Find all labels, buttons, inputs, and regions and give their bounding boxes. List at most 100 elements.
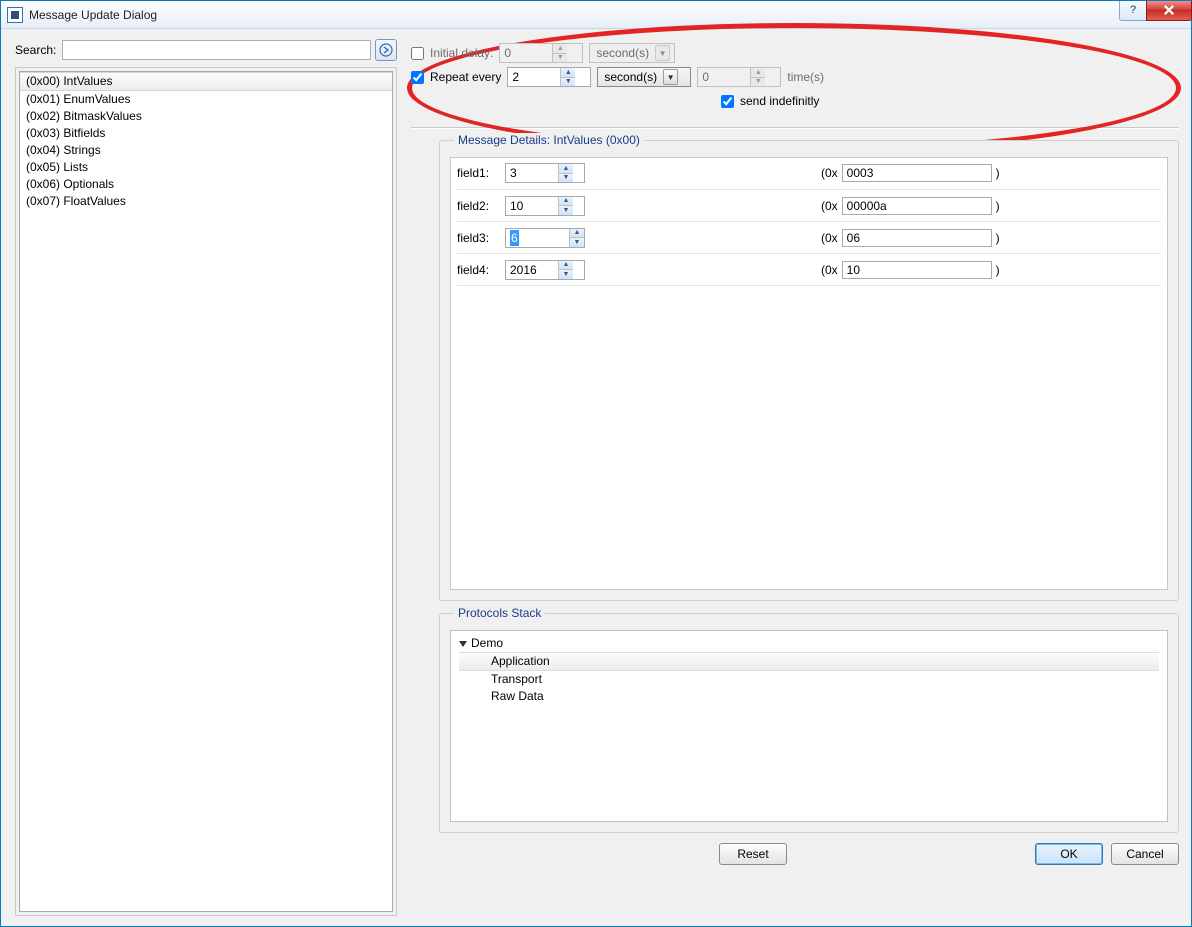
message-list[interactable]: (0x00) IntValues(0x01) EnumValues(0x02) …: [19, 71, 393, 912]
spin-arrows[interactable]: ▲▼: [558, 197, 573, 215]
cancel-button[interactable]: Cancel: [1111, 843, 1179, 865]
field-label: field3:: [457, 231, 499, 245]
initial-delay-checkbox[interactable]: [411, 47, 424, 60]
window-title: Message Update Dialog: [29, 8, 1119, 22]
field-row: field1: ▲▼ (0x): [457, 157, 1161, 190]
hex-column: (0x): [821, 197, 1161, 215]
hex-input[interactable]: [842, 197, 992, 215]
message-list-item[interactable]: (0x06) Optionals: [20, 176, 392, 193]
fields-container: field1: ▲▼ (0x) field2: ▲▼ (0x) field3: 6▲▼ (0x)…: [450, 157, 1168, 590]
field-spin[interactable]: ▲▼: [505, 163, 585, 183]
protocols-tree[interactable]: Demo ApplicationTransportRaw Data: [450, 630, 1168, 822]
initial-delay-label: Initial delay:: [430, 46, 493, 60]
divider: [411, 127, 1179, 128]
close-icon: [1162, 3, 1176, 17]
protocols-legend: Protocols Stack: [454, 606, 545, 620]
times-value: [698, 68, 750, 86]
message-list-item[interactable]: (0x07) FloatValues: [20, 193, 392, 210]
initial-delay-spin: ▲▼: [499, 43, 583, 63]
field-value-input[interactable]: [506, 164, 558, 182]
field-value-input[interactable]: [506, 261, 558, 279]
repeat-unit-combo[interactable]: second(s) ▼: [597, 67, 691, 87]
arrow-right-circle-icon: [379, 43, 393, 57]
chevron-down-icon: ▼: [655, 45, 670, 61]
help-button[interactable]: ?: [1119, 1, 1147, 21]
spin-arrows[interactable]: ▲▼: [560, 68, 575, 86]
search-go-button[interactable]: [375, 39, 397, 61]
repeat-value-spin[interactable]: ▲▼: [507, 67, 591, 87]
message-list-frame: (0x00) IntValues(0x01) EnumValues(0x02) …: [15, 67, 397, 916]
hex-suffix: ): [996, 263, 1000, 277]
spin-arrows: ▲▼: [552, 44, 567, 62]
ok-button[interactable]: OK: [1035, 843, 1103, 865]
protocol-item[interactable]: Application: [459, 652, 1159, 671]
repeat-unit-label: second(s): [604, 70, 657, 84]
times-spin: ▲▼: [697, 67, 781, 87]
initial-delay-row: Initial delay: ▲▼ second(s) ▼: [411, 41, 1179, 65]
hex-column: (0x): [821, 229, 1161, 247]
spin-arrows: ▲▼: [750, 68, 765, 86]
hex-prefix: (0x: [821, 199, 838, 213]
hex-input[interactable]: [842, 164, 992, 182]
field-spin[interactable]: ▲▼: [505, 260, 585, 280]
field-label: field2:: [457, 199, 499, 213]
initial-delay-value: [500, 44, 552, 62]
dialog-footer: Reset OK Cancel: [411, 843, 1179, 865]
timing-section: Initial delay: ▲▼ second(s) ▼ Repeat eve…: [411, 39, 1179, 121]
spin-arrows[interactable]: ▲▼: [558, 261, 573, 279]
search-row: Search:: [15, 39, 397, 61]
client-area: Search: (0x00) IntValues(0x01) EnumValue…: [1, 29, 1191, 926]
message-details-legend: Message Details: IntValues (0x00): [454, 133, 644, 147]
protocols-group: Protocols Stack Demo ApplicationTranspor…: [439, 613, 1179, 833]
help-icon: ?: [1130, 4, 1136, 16]
close-button[interactable]: [1146, 1, 1192, 21]
hex-input[interactable]: [842, 261, 992, 279]
field-label: field1:: [457, 166, 499, 180]
hex-prefix: (0x: [821, 231, 838, 245]
send-indefinitely-row: send indefinitly: [411, 89, 1179, 113]
hex-suffix: ): [996, 166, 1000, 180]
hex-suffix: ): [996, 231, 1000, 245]
send-indefinitely-label: send indefinitly: [740, 94, 819, 108]
message-list-item[interactable]: (0x02) BitmaskValues: [20, 108, 392, 125]
left-pane: Search: (0x00) IntValues(0x01) EnumValue…: [15, 39, 397, 916]
search-label: Search:: [15, 43, 56, 57]
repeat-value-input[interactable]: [508, 68, 560, 86]
times-suffix: time(s): [787, 70, 824, 84]
chevron-down-icon: ▼: [663, 69, 678, 85]
field-value-input[interactable]: [506, 197, 558, 215]
message-list-item[interactable]: (0x03) Bitfields: [20, 125, 392, 142]
field-row: field4:▲▼(0x): [457, 253, 1161, 286]
right-pane: Initial delay: ▲▼ second(s) ▼ Repeat eve…: [411, 39, 1179, 916]
send-indefinitely-checkbox[interactable]: [721, 95, 734, 108]
field-spin[interactable]: ▲▼: [505, 196, 585, 216]
message-list-item[interactable]: (0x05) Lists: [20, 159, 392, 176]
spin-arrows[interactable]: ▲▼: [569, 229, 584, 247]
hex-input[interactable]: [842, 229, 992, 247]
message-details-group: Message Details: IntValues (0x00) field1…: [439, 140, 1179, 601]
search-input[interactable]: [62, 40, 371, 60]
message-list-item[interactable]: (0x04) Strings: [20, 142, 392, 159]
hex-prefix: (0x: [821, 166, 838, 180]
repeat-checkbox[interactable]: [411, 71, 424, 84]
window-buttons: ?: [1119, 1, 1191, 21]
reset-button[interactable]: Reset: [719, 843, 787, 865]
hex-column: (0x): [821, 164, 1161, 182]
initial-delay-unit-label: second(s): [596, 46, 649, 60]
protocol-root[interactable]: Demo: [459, 635, 1159, 652]
field-row: field3: 6▲▼ (0x): [457, 221, 1161, 254]
protocol-item[interactable]: Raw Data: [459, 688, 1159, 705]
app-icon: [7, 7, 23, 23]
protocol-item[interactable]: Transport: [459, 671, 1159, 688]
message-list-item[interactable]: (0x00) IntValues: [20, 72, 392, 91]
spin-arrows[interactable]: ▲▼: [558, 164, 573, 182]
dialog-window: Message Update Dialog ? Search:: [0, 0, 1192, 927]
field-spin[interactable]: 6▲▼: [505, 228, 585, 248]
repeat-label: Repeat every: [430, 70, 501, 84]
hex-suffix: ): [996, 199, 1000, 213]
protocol-root-label: Demo: [471, 636, 503, 650]
message-list-item[interactable]: (0x01) EnumValues: [20, 91, 392, 108]
expand-icon[interactable]: [459, 641, 467, 647]
field-row: field2: ▲▼ (0x): [457, 189, 1161, 222]
hex-column: (0x): [821, 261, 1161, 279]
